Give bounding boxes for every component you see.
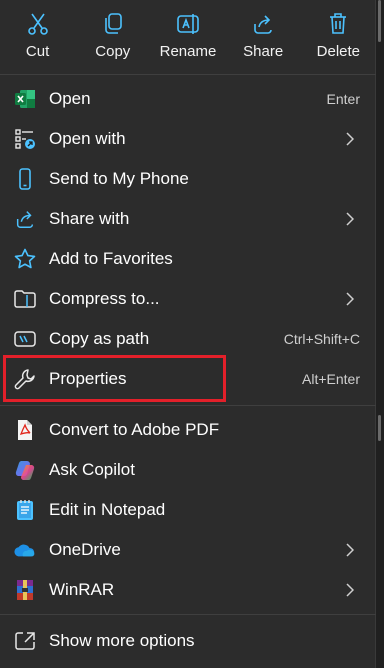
rename-icon <box>175 11 201 37</box>
scrollbar[interactable] <box>376 0 384 668</box>
menu-item-label: Send to My Phone <box>49 169 189 188</box>
copy-button[interactable]: Copy <box>77 0 149 74</box>
menu-item-label: OneDrive <box>49 540 121 559</box>
menu-item-label: Convert to Adobe PDF <box>49 420 220 439</box>
menu-item-share-with[interactable]: Share with <box>0 199 376 239</box>
menu-item-label: Open with <box>49 129 126 148</box>
chevron-right-icon <box>346 292 358 306</box>
menu-item-label: Copy as path <box>49 329 150 348</box>
show-more-icon <box>14 630 36 652</box>
menu-item-label: Ask Copilot <box>49 460 135 479</box>
excel-icon <box>14 88 36 110</box>
menu-item-add-to-favorites[interactable]: Add to Favorites <box>0 239 376 279</box>
menu-item-convert-to-adobe-pdf[interactable]: Convert to Adobe PDF <box>0 410 376 450</box>
menu-item-copy-as-path[interactable]: Copy as path Ctrl+Shift+C <box>0 319 376 359</box>
menu-item-label: Show more options <box>49 631 195 650</box>
chevron-right-icon <box>346 543 358 557</box>
folder-zip-icon <box>14 288 36 310</box>
copy-path-icon <box>14 328 36 350</box>
rename-label: Rename <box>159 43 217 60</box>
shortcut-text: Enter <box>326 91 360 107</box>
context-menu: Cut Copy Rename Share Delete Open Enter … <box>0 0 376 668</box>
share-label: Share <box>243 43 284 60</box>
copilot-icon <box>14 459 36 481</box>
scrollbar-thumb-top[interactable] <box>378 0 381 42</box>
chevron-right-icon <box>346 132 358 146</box>
menu-item-show-more-options[interactable]: Show more options <box>0 621 376 661</box>
divider <box>0 74 376 75</box>
phone-icon <box>14 168 36 190</box>
divider <box>0 405 376 406</box>
menu-item-open-with[interactable]: Open with <box>0 119 376 159</box>
menu-item-send-to-phone[interactable]: Send to My Phone <box>0 159 376 199</box>
menu-item-winrar[interactable]: WinRAR <box>0 570 376 610</box>
scrollbar-thumb[interactable] <box>378 415 381 441</box>
trash-icon <box>325 11 351 37</box>
delete-button[interactable]: Delete <box>302 0 374 74</box>
quick-actions-toolbar: Cut Copy Rename Share Delete <box>0 0 376 74</box>
chevron-right-icon <box>346 212 358 226</box>
menu-item-onedrive[interactable]: OneDrive <box>0 530 376 570</box>
menu-item-label: Open <box>49 89 91 108</box>
menu-item-label: Edit in Notepad <box>49 500 166 519</box>
cut-button[interactable]: Cut <box>2 0 74 74</box>
divider <box>0 614 376 615</box>
star-icon <box>14 248 36 270</box>
menu-item-ask-copilot[interactable]: Ask Copilot <box>0 450 376 490</box>
chevron-right-icon <box>346 583 358 597</box>
shortcut-text: Ctrl+Shift+C <box>283 331 360 347</box>
shortcut-text: Alt+Enter <box>302 371 360 387</box>
copy-label: Copy <box>95 43 131 60</box>
copy-icon <box>100 11 126 37</box>
cut-label: Cut <box>25 43 50 60</box>
winrar-icon <box>14 579 36 601</box>
highlight-box <box>3 355 226 402</box>
pdf-icon <box>14 419 36 441</box>
share-button[interactable]: Share <box>227 0 299 74</box>
menu-item-edit-in-notepad[interactable]: Edit in Notepad <box>0 490 376 530</box>
menu-item-open[interactable]: Open Enter <box>0 79 376 119</box>
cloud-icon <box>14 539 36 561</box>
menu-item-label: Share with <box>49 209 130 228</box>
open-with-icon <box>14 128 36 150</box>
menu-item-label: Add to Favorites <box>49 249 173 268</box>
rename-button[interactable]: Rename <box>152 0 224 74</box>
scissors-icon <box>25 11 51 37</box>
share-icon <box>250 11 276 37</box>
delete-label: Delete <box>316 43 361 60</box>
notepad-icon <box>14 499 36 521</box>
menu-item-label: WinRAR <box>49 580 115 599</box>
menu-item-label: Compress to... <box>49 289 160 308</box>
menu-item-compress-to[interactable]: Compress to... <box>0 279 376 319</box>
share-icon <box>14 208 36 230</box>
